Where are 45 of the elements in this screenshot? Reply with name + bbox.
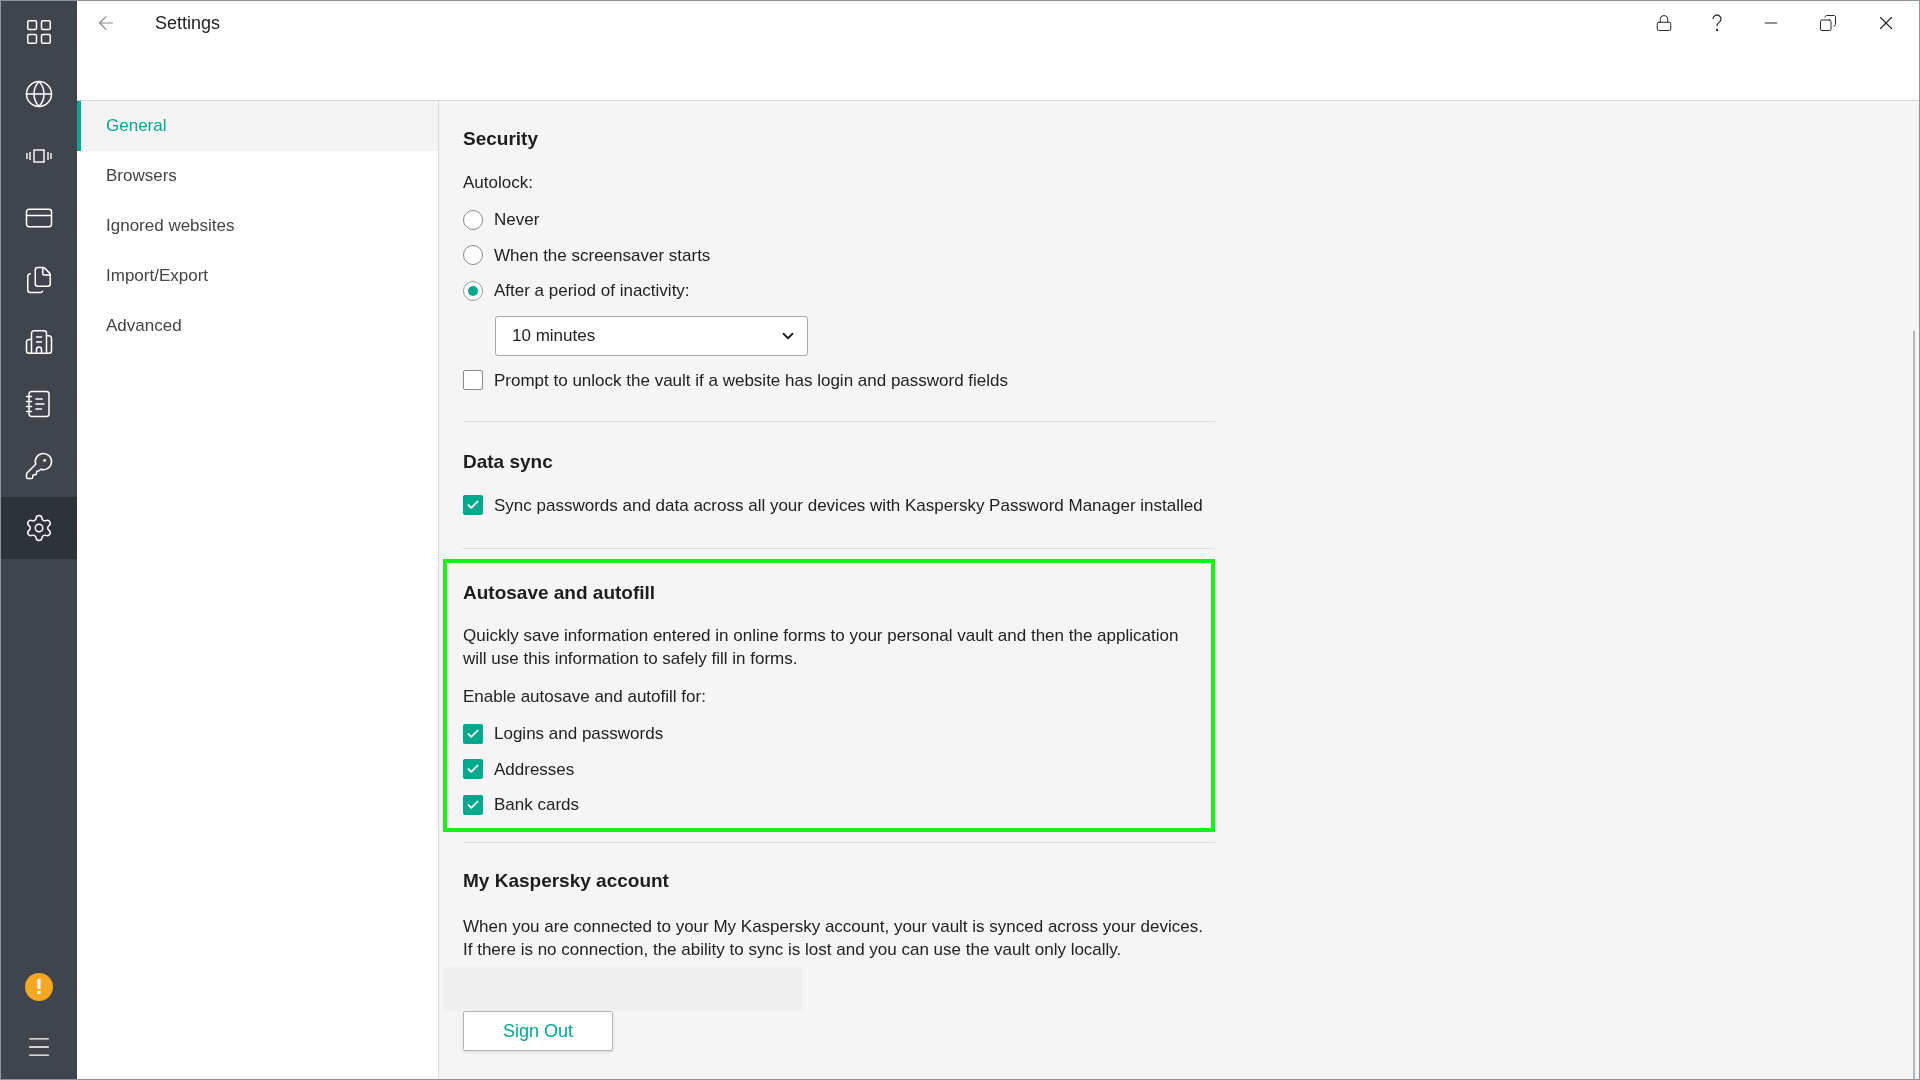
lock-icon[interactable] (1655, 14, 1673, 32)
restore-icon[interactable] (1819, 14, 1837, 32)
vibrating-device-icon (24, 148, 54, 164)
sidebar-item[interactable]: Advanced (77, 301, 438, 351)
checkbox-label: Prompt to unlock the vault if a website has login and password fields (494, 369, 1009, 392)
section-title: Security (463, 127, 539, 151)
scrollbar-thumb[interactable] (1913, 331, 1915, 1079)
description-line: If there is no connection, the ability to sync is lost and you can use the vault only locally. (463, 939, 1123, 961)
radio-label: Never (494, 209, 540, 231)
dropdown-value: 10 minutes (512, 324, 596, 347)
key-icon (24, 451, 54, 481)
section-title: Data sync (463, 450, 554, 474)
section-description: Quickly save information entered in online forms to your personal vault and then the application will use this information to safely fill in forms. (463, 624, 1180, 670)
sidebar-item[interactable]: Ignored websites (77, 201, 438, 251)
checkbox-label: Bank cards (494, 794, 580, 816)
window-title: Settings (155, 11, 221, 35)
checkbox[interactable] (463, 723, 483, 744)
sidebar-item[interactable]: Browsers (77, 151, 438, 201)
dashboard-icon (24, 17, 54, 47)
radio-label: When the screensaver starts (494, 244, 711, 267)
field-label: Enable autosave and autofill for: (463, 685, 707, 708)
checkbox-label: Logins and passwords (494, 723, 664, 745)
description-line: When you are connected to your My Kaspersky account, your vault is synced across your devices. (463, 916, 1204, 938)
documents-icon (24, 265, 54, 295)
checkbox[interactable] (463, 794, 483, 815)
radio-button[interactable] (463, 245, 483, 266)
field-label: Autolock: (463, 171, 534, 194)
sidebar-item[interactable]: Import/Export (77, 251, 438, 301)
checkbox-label: Sync passwords and data across all your devices with Kaspersky Password Manager installed (494, 494, 1203, 517)
globe-icon (24, 79, 54, 109)
radio-button[interactable] (463, 280, 483, 301)
help-icon[interactable] (1711, 14, 1723, 32)
radio-button[interactable] (463, 209, 483, 230)
checkbox[interactable] (463, 370, 483, 391)
building-icon (24, 327, 54, 357)
rail-item[interactable] (1, 497, 77, 559)
checkbox-label: Addresses (494, 758, 575, 781)
dropdown[interactable]: 10 minutes (495, 315, 808, 356)
checkbox[interactable] (463, 495, 483, 516)
radio-label: After a period of inactivity: (494, 280, 690, 302)
warning-icon[interactable] (25, 973, 53, 1001)
settings-icon (24, 513, 54, 543)
section-title: My Kaspersky account (463, 868, 670, 893)
section-title: Autosave and autofill (463, 581, 657, 605)
checkbox[interactable] (463, 759, 483, 780)
